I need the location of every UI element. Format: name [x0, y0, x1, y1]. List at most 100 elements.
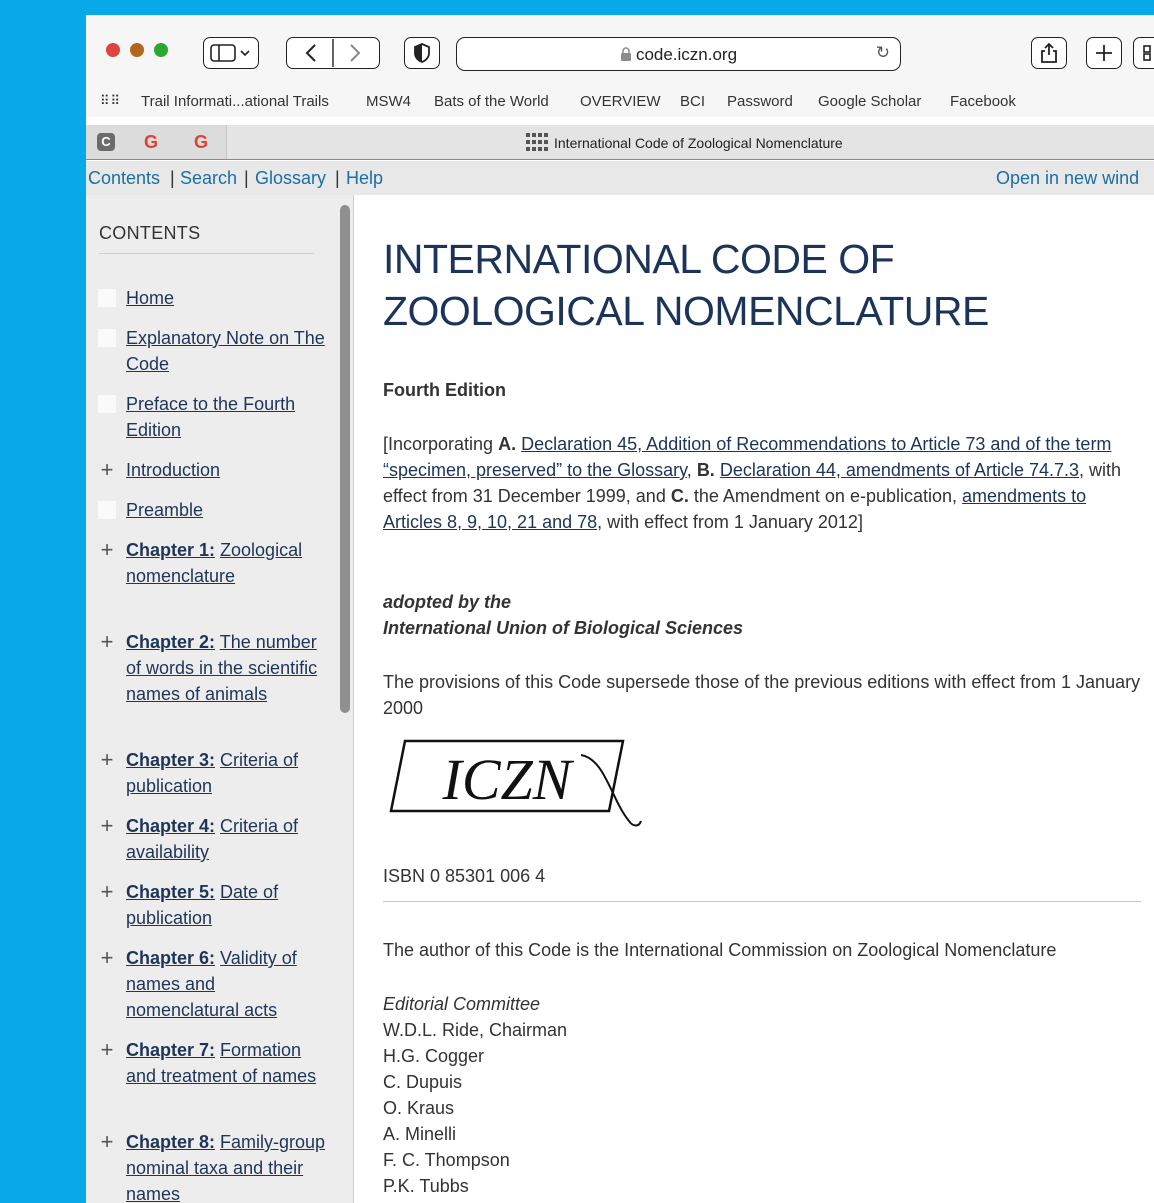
- expand-plus-icon[interactable]: +: [98, 947, 116, 969]
- chapter-number: Chapter 3:: [126, 750, 216, 770]
- toc-item-label[interactable]: Chapter 3: Criteria of publication: [126, 747, 326, 799]
- toc-item-text: Explanatory Note on The Code: [126, 328, 325, 374]
- leaf-box-icon: [98, 501, 116, 519]
- bookmark-item[interactable]: Bats of the World: [434, 93, 549, 110]
- expand-plus-icon[interactable]: +: [98, 539, 116, 561]
- bookmark-item[interactable]: Facebook: [950, 93, 1016, 110]
- c-favicon-icon: C: [97, 133, 115, 151]
- reload-icon[interactable]: ↻: [876, 43, 890, 63]
- share-button[interactable]: [1031, 37, 1067, 69]
- google-favicon-icon: G: [193, 131, 208, 152]
- toc-item-label[interactable]: Explanatory Note on The Code: [126, 325, 326, 377]
- toc-item-label[interactable]: Preface to the Fourth Edition: [126, 391, 326, 443]
- google-favicon-icon: G: [143, 131, 158, 152]
- site-nav: Contents | Search | Glossary | Help Open…: [86, 161, 1154, 195]
- expand-plus-icon[interactable]: +: [98, 459, 116, 481]
- leaf-box-icon: [98, 289, 116, 307]
- sidebar-scrollbar[interactable]: [340, 205, 350, 713]
- expand-plus-icon[interactable]: +: [98, 881, 116, 903]
- author-text: The author of this Code is the Internati…: [383, 940, 1057, 960]
- plus-icon: [1096, 45, 1112, 61]
- declaration-44-link[interactable]: Declaration 44, amendments of Article 74…: [720, 460, 1079, 480]
- nav-separator: |: [244, 168, 249, 188]
- horizontal-rule: [383, 901, 1141, 902]
- privacy-report-button[interactable]: [404, 37, 440, 69]
- nav-contents-link[interactable]: Contents: [88, 168, 160, 189]
- pinned-tab[interactable]: G: [126, 125, 177, 159]
- bookmarks-bar: ⠿⠿ Trail Informati...ational Trails MSW4…: [86, 85, 1154, 117]
- committee-member: P.K. Tubbs: [383, 1176, 469, 1196]
- tab-bar: C G G International Code of Zoological N…: [86, 125, 1154, 160]
- chapter-number: Chapter 8:: [126, 1132, 216, 1152]
- share-icon: [1041, 42, 1057, 63]
- incorporating-paragraph: [Incorporating A. Declaration 45, Additi…: [383, 434, 1122, 532]
- chapter-number: Chapter 5:: [126, 882, 216, 902]
- nav-separator: |: [335, 168, 340, 188]
- committee-member: H.G. Cogger: [383, 1046, 485, 1066]
- toc-item-label[interactable]: Chapter 7: Formation and treatment of na…: [126, 1037, 326, 1089]
- expand-plus-icon[interactable]: +: [98, 1039, 116, 1061]
- committee-list: W.D.L. Ride, Chairman H.G. Cogger C. Dup…: [383, 1017, 1141, 1199]
- nav-separator: |: [170, 168, 175, 188]
- bookmark-item[interactable]: Trail Informati...ational Trails: [141, 93, 329, 110]
- chapter-number: Chapter 6:: [126, 948, 216, 968]
- toc-item-label[interactable]: Preamble: [126, 497, 326, 523]
- bookmark-item[interactable]: Google Scholar: [818, 93, 921, 110]
- bookmark-item[interactable]: MSW4: [366, 93, 411, 110]
- active-tab[interactable]: International Code of Zoological Nomencl…: [526, 133, 843, 151]
- toc-item-label[interactable]: Chapter 1: Zoological nomenclature: [126, 537, 326, 589]
- committee-member: C. Dupuis: [383, 1072, 463, 1092]
- sidebar-title: CONTENTS: [99, 223, 201, 243]
- committee-member: W.D.L. Ride, Chairman: [383, 1020, 568, 1040]
- toc-item-label[interactable]: Home: [126, 285, 326, 311]
- expand-plus-icon[interactable]: +: [98, 749, 116, 771]
- leaf-box-icon: [98, 395, 116, 413]
- minimize-window-button[interactable]: [130, 43, 144, 57]
- toc-item-label[interactable]: Chapter 6: Validity of names and nomencl…: [126, 945, 326, 1023]
- committee-member: O. Kraus: [383, 1098, 455, 1118]
- shield-icon: [414, 43, 430, 63]
- tab-overview-icon: [1143, 45, 1151, 61]
- toc-item-text: Preamble: [126, 500, 204, 520]
- toc-item-label[interactable]: Chapter 2: The number of words in the sc…: [126, 629, 326, 707]
- chapter-number: Chapter 4:: [126, 816, 216, 836]
- open-new-window-link[interactable]: Open in new wind: [996, 168, 1139, 189]
- bookmark-item[interactable]: Password: [727, 93, 793, 110]
- provisions-text: The provisions of this Code supersede th…: [383, 672, 1141, 718]
- browser-window: code.iczn.org ↻ ⠿⠿ Trail Informati...ati…: [86, 15, 1154, 1203]
- expand-plus-icon[interactable]: +: [98, 1131, 116, 1153]
- tab-overview-button[interactable]: [1133, 37, 1154, 69]
- close-window-button[interactable]: [106, 43, 120, 57]
- contents-sidebar: CONTENTS Home Explanatory Note on The Cod…: [86, 195, 354, 1203]
- pinned-tab[interactable]: C: [86, 125, 127, 159]
- expand-plus-icon[interactable]: +: [98, 815, 116, 837]
- toc-item-label[interactable]: Introduction: [126, 457, 326, 483]
- bookmark-item[interactable]: BCI: [680, 93, 705, 110]
- grid-icon[interactable]: ⠿⠿: [100, 93, 121, 109]
- sidebar-icon: [210, 44, 250, 62]
- column-divider: [353, 195, 354, 1203]
- toc-item-label[interactable]: Chapter 5: Date of publication: [126, 879, 326, 931]
- sidebar-toggle-button[interactable]: [203, 37, 259, 69]
- nav-glossary-link[interactable]: Glossary: [255, 168, 326, 189]
- committee-heading: Editorial Committee: [383, 994, 541, 1014]
- new-tab-button[interactable]: [1086, 37, 1122, 69]
- toc-item-label[interactable]: Chapter 8: Family-group nominal taxa and…: [126, 1129, 326, 1203]
- page-title: INTERNATIONAL CODE OF ZOOLOGICAL NOMENCL…: [383, 236, 989, 334]
- zoom-window-button[interactable]: [154, 43, 168, 57]
- leaf-box-icon: [98, 329, 116, 347]
- pinned-tab[interactable]: G: [176, 125, 227, 159]
- logo-text: ICZN: [442, 747, 575, 812]
- nav-help-link[interactable]: Help: [346, 168, 383, 189]
- chapter-number: Chapter 7:: [126, 1040, 216, 1060]
- lock-icon: [620, 47, 631, 61]
- sidebar-divider: [99, 253, 314, 254]
- address-bar[interactable]: code.iczn.org ↻: [456, 37, 901, 71]
- url-text: code.iczn.org: [457, 45, 900, 65]
- bookmark-item[interactable]: OVERVIEW: [580, 93, 661, 110]
- toc-item-text: Introduction: [126, 460, 221, 480]
- back-forward-group: [286, 37, 380, 69]
- expand-plus-icon[interactable]: +: [98, 631, 116, 653]
- nav-search-link[interactable]: Search: [180, 168, 237, 189]
- toc-item-label[interactable]: Chapter 4: Criteria of availability: [126, 813, 326, 865]
